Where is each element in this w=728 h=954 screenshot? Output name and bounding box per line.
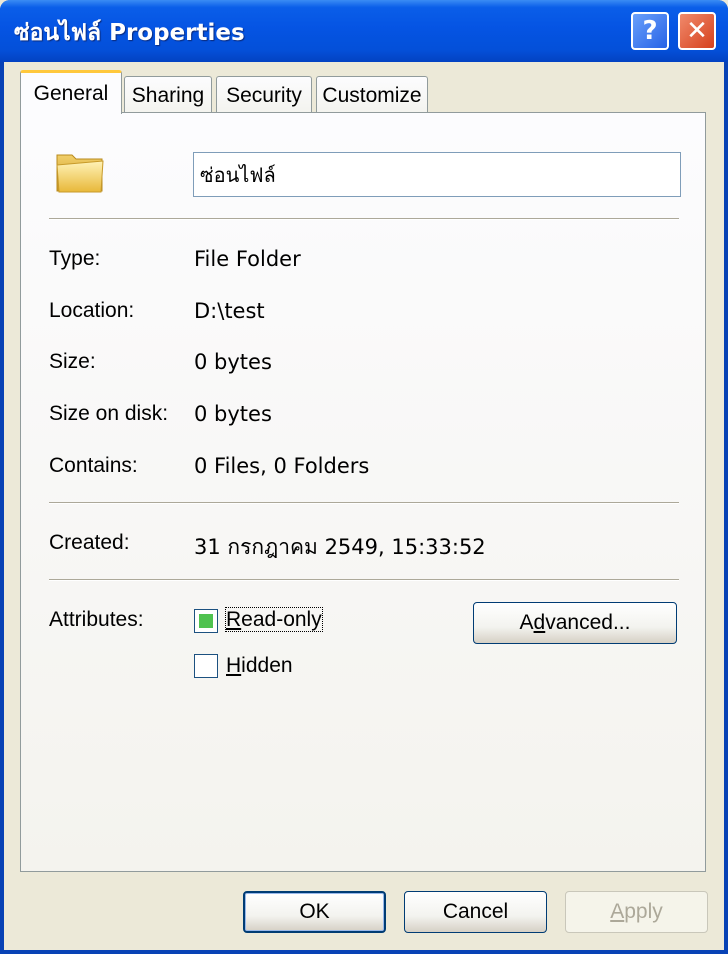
tab-general[interactable]: General [20, 70, 122, 114]
tab-general-label: General [33, 81, 109, 105]
tab-customize-label: Customize [322, 83, 422, 107]
help-icon: ? [642, 16, 658, 46]
tab-sharing-label: Sharing [131, 83, 205, 107]
readonly-label-text: ead-only [241, 608, 322, 631]
type-value: File Folder [194, 247, 301, 271]
hidden-label[interactable]: Hidden [226, 654, 293, 678]
ok-button[interactable]: OK [243, 891, 386, 933]
apply-accel: A [610, 900, 625, 923]
close-button[interactable]: ✕ [678, 12, 716, 50]
location-label: Location: [49, 299, 135, 322]
contains-label: Contains: [49, 454, 138, 477]
contains-value: 0 Files, 0 Folders [194, 454, 370, 478]
folder-name-input[interactable]: ซ่อนไฟล์ [193, 152, 681, 197]
size-value: 0 bytes [194, 350, 272, 374]
cancel-label: Cancel [442, 900, 509, 923]
advanced-button[interactable]: Ad vanced... [473, 602, 677, 644]
created-label: Created: [49, 531, 130, 554]
location-value: D:\test [194, 299, 265, 323]
apply-button[interactable]: Apply [565, 891, 708, 933]
advanced-label-post: vanced... [545, 611, 631, 634]
readonly-checkbox[interactable] [194, 609, 218, 633]
readonly-label[interactable]: Read-only [225, 607, 323, 632]
size-label: Size: [49, 350, 96, 373]
tab-sharing[interactable]: Sharing [124, 76, 212, 114]
title-bar[interactable]: ซ่อนไฟล์ Properties ? ✕ [0, 0, 728, 62]
separator [49, 502, 679, 504]
general-tab-panel: ซ่อนไฟล์ Type: File Folder Location: D:\… [20, 112, 706, 872]
attributes-label: Attributes: [49, 608, 144, 631]
window-title: ซ่อนไฟล์ Properties [14, 20, 245, 46]
cancel-button[interactable]: Cancel [404, 891, 547, 933]
separator [49, 579, 679, 581]
size-on-disk-value: 0 bytes [194, 402, 272, 426]
folder-icon [56, 154, 104, 193]
tab-security[interactable]: Security [216, 76, 312, 114]
type-label: Type: [49, 247, 101, 270]
readonly-accel: R [226, 608, 242, 631]
tab-security-label: Security [226, 83, 302, 107]
help-button[interactable]: ? [631, 12, 669, 50]
advanced-accel: d [533, 611, 546, 634]
ok-label: OK [299, 900, 330, 923]
apply-label: pply [624, 900, 663, 923]
advanced-label-pre: A [519, 611, 534, 634]
size-on-disk-label: Size on disk: [49, 402, 169, 425]
tab-customize[interactable]: Customize [316, 76, 428, 114]
hidden-accel: H [226, 654, 242, 677]
hidden-label-text: idden [241, 654, 293, 677]
close-icon: ✕ [686, 16, 708, 46]
hidden-checkbox[interactable] [194, 654, 218, 678]
separator [49, 218, 679, 220]
created-value: 31 กรกฎาคม 2549, 15:33:52 [194, 535, 486, 559]
